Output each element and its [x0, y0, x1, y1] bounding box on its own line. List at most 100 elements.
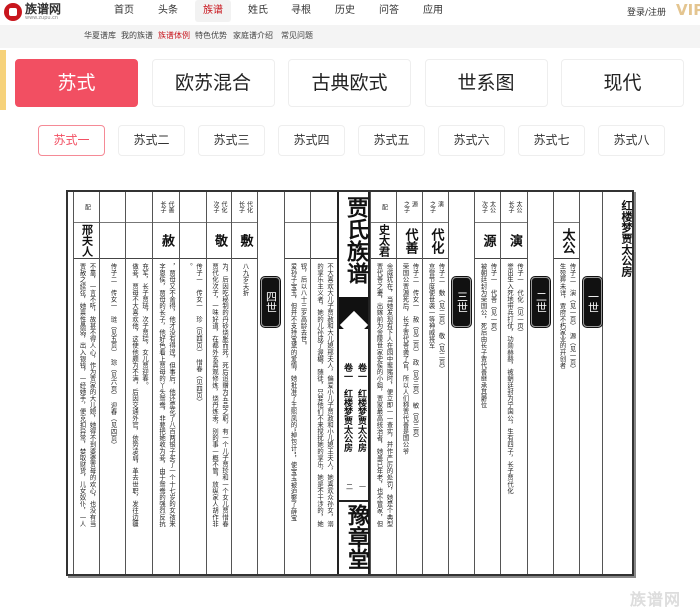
- person-column: 。传子一 传女一 珍（见四页） 惜春（见四页）: [179, 192, 206, 574]
- relation-label: 太公 次子: [480, 201, 496, 213]
- generation-text: 四世: [264, 291, 278, 313]
- sub-tab[interactable]: 苏式二: [118, 125, 185, 156]
- volume-number: 卷一: [342, 363, 352, 381]
- biography-line: 字恩侯，贾母的长子，他好色看上贾母的丫头鸳鸯，非要把她收为妾，由于鸳鸯的强烈反抗: [158, 263, 165, 527]
- sub-tab[interactable]: 苏式八: [598, 125, 665, 156]
- biography-line: 传子二 敷（见二页） 敬（见二页）: [437, 263, 445, 373]
- volume-name: 红楼梦贾太公房: [356, 389, 366, 452]
- relation-cell: [180, 192, 206, 223]
- biography-cell: 生殁葬未详，贾府不朽家业的开创者 传子二 演（见一页） 源（见一页）: [554, 259, 579, 570]
- relation-cell: 代善 长子: [153, 192, 179, 223]
- person-column: 配邢夫人 贾赦之续弦，她禀性愚弱，出入银钱，一经她手，便克扣异常，婪取财货，儿女奴…: [73, 192, 99, 574]
- vip-badge[interactable]: VIP: [676, 1, 700, 19]
- name-cell: 演: [501, 223, 527, 259]
- style-tab[interactable]: 古典欧式: [288, 59, 411, 107]
- logo[interactable]: 族谱网 www.zupu.cn: [4, 3, 61, 21]
- genealogy-title: 贾氏族谱: [343, 196, 368, 284]
- biography-cell: 誉出生入死地带兵打仗，功勋赫赫，被朝廷封为宁国公，生有四子，长子贾代化 传子一 代…: [501, 259, 527, 570]
- name-cell: [180, 223, 206, 259]
- generation-column: 三世: [448, 192, 474, 574]
- person-column: 太公 次子源被朝廷封为荣国公，死后由长子贾代善继承其爵位 传子一 代善（见一页）: [474, 192, 500, 574]
- sub-tab[interactable]: 苏式一: [38, 125, 105, 156]
- biography-cell: 京营节度使世袭一等神威将军 传子二 敷（见二页） 敬（见二页）: [423, 259, 448, 570]
- style-tab[interactable]: 苏式: [15, 59, 138, 107]
- subnav-item[interactable]: 华夏谱库: [84, 30, 116, 41]
- style-tab[interactable]: 世系图: [424, 59, 548, 107]
- nav-item[interactable]: 问答: [371, 0, 407, 22]
- subnav-item[interactable]: 特色优势: [195, 30, 227, 41]
- biography-cell: 做妾，贾母不大喜欢他，这使他颇为不满，后因交通外官，依势凌弱，革去世职，发往边疆…: [126, 259, 152, 570]
- subnav-item[interactable]: 家庭谱介绍: [233, 30, 273, 41]
- biography-line: 传子一 传女一 珍（见四页） 惜春（见四页）: [195, 263, 202, 406]
- subnav-item[interactable]: 我的族谱: [121, 30, 153, 41]
- login-register-link[interactable]: 登录/注册: [627, 5, 666, 18]
- style-tab[interactable]: 现代: [561, 59, 684, 107]
- biography-line: 不大喜欢大儿子贾赦和大儿媳邢夫人，偏爱小儿子贾政和小儿媳王夫人，她喜欢众孙女，溺: [326, 263, 333, 527]
- person-name: 代化: [428, 227, 444, 254]
- relation-label: 代化 次子: [212, 201, 227, 213]
- sub-tab[interactable]: 苏式四: [278, 125, 345, 156]
- volume-label: 卷一 红楼梦贾太公房: [356, 320, 366, 495]
- name-cell: 代善: [397, 223, 422, 259]
- sub-tab[interactable]: 苏式七: [518, 125, 585, 156]
- nav-item[interactable]: 族谱: [195, 0, 231, 22]
- person-name: 演: [507, 234, 522, 247]
- person-column: 传子二 传女一 琏（见五页） 琮（见六页） 迎春（见四页）: [99, 192, 125, 574]
- biography-cell: 贾代化次子，一味好道，在都外玄真观修炼，烧丹炼汞，别的事一概不管，放纵家人胡作非…: [207, 259, 231, 570]
- volume-name: 红楼梦贾太公房: [342, 389, 352, 452]
- name-cell: 源: [475, 223, 500, 259]
- biography-cell: 八九岁夭折: [232, 259, 257, 570]
- page-number: 一: [359, 483, 366, 491]
- biography-line: 贾赦之续弦，她禀性愚弱，出入银钱，一经她手，便克扣异常，婪取财货，儿女奴仆，一人: [78, 263, 86, 527]
- sub-tab[interactable]: 苏式三: [198, 125, 265, 156]
- document-title: 红楼梦贾太公房: [620, 200, 633, 277]
- name-cell: [100, 223, 125, 259]
- hall-name: 豫章堂: [339, 500, 369, 570]
- nav-item[interactable]: 历史: [327, 0, 363, 22]
- person-name: 赦: [159, 234, 174, 247]
- logo-name: 族谱网: [25, 2, 62, 16]
- nav-item[interactable]: 应用: [415, 0, 451, 22]
- subnav-item[interactable]: 族谱体例: [158, 30, 190, 41]
- name-cell: 邢夫人: [74, 223, 99, 259]
- person-name: 源: [480, 234, 496, 247]
- generation-text: 三世: [455, 291, 469, 313]
- generation-text: 二世: [534, 291, 548, 313]
- name-cell: [285, 223, 310, 259]
- relation-cell: 代化 长子: [232, 192, 257, 223]
- relation-cell: 配: [371, 192, 396, 223]
- biography-line: 不靠，一言不听，故甚不得人心，作为贾家的大儿媳，她得不到婆婆贾母的欢心，也没有当: [88, 263, 96, 527]
- sub-tab[interactable]: 苏式六: [438, 125, 505, 156]
- sub-tab[interactable]: 苏式五: [358, 125, 425, 156]
- style-tab[interactable]: 欧苏混合: [151, 59, 275, 107]
- generation-text: 一世: [586, 291, 600, 313]
- generation-label: 二世: [530, 276, 551, 328]
- relation-cell: 源 之子: [397, 192, 422, 223]
- top-nav: 族谱网 www.zupu.cn 首页 头条 族谱 姓氏 寻根 历史 问答 应用 登录/注册 V…: [0, 0, 700, 25]
- biography-line: 传子一 代化（见一页）: [516, 263, 523, 336]
- generation-label: 三世: [451, 276, 472, 328]
- page-number: 二: [346, 483, 353, 491]
- person-column: 的享乐主义者，她的儿孙成了渥樾，随徒，只要他们不来搅扰她的享乐，她是不干涉的，她…: [310, 192, 337, 574]
- relation-cell: [554, 192, 579, 223]
- center-block: 贾氏族谱 卷一 红楼梦贾太公房一卷一 红楼梦贾太公房二豫章堂: [337, 192, 370, 574]
- relation-cell: [311, 192, 337, 223]
- biography-cell: 传子二 传女一 琏（见五页） 琮（见六页） 迎春（见四页）: [100, 259, 125, 570]
- name-cell: 敷: [232, 223, 257, 259]
- biography-line: 传子二 传女一 赦（见二页） 政（见三页） 敏（见三页）: [411, 263, 419, 442]
- biography-line: 京营节度使世袭一等神威将军: [427, 263, 435, 349]
- biography-cell: 字恩侯，贾母的长子，他好色看上贾母的丫头鸳鸯，非要把她收为妾，由于鸳鸯的强烈反抗…: [153, 259, 179, 570]
- subnav-item[interactable]: 常见问题: [281, 30, 313, 41]
- name-cell: [311, 223, 337, 259]
- name-cell: 代化: [423, 223, 448, 259]
- nav-item[interactable]: 姓氏: [240, 0, 276, 22]
- relation-cell: [126, 192, 152, 223]
- relation-cell: [285, 192, 310, 223]
- nav-item[interactable]: 首页: [106, 0, 142, 22]
- nav-item[interactable]: 寻根: [283, 0, 319, 22]
- person-name: 敬: [212, 234, 227, 247]
- person-column: 太公 生殁葬未详，贾府不朽家业的开创者 传子二 演（见一页） 源（见一页）: [553, 192, 579, 574]
- relation-cell: 演 之子: [423, 192, 448, 223]
- generation-column: 一世: [579, 192, 603, 574]
- nav-item[interactable]: 头条: [150, 0, 186, 22]
